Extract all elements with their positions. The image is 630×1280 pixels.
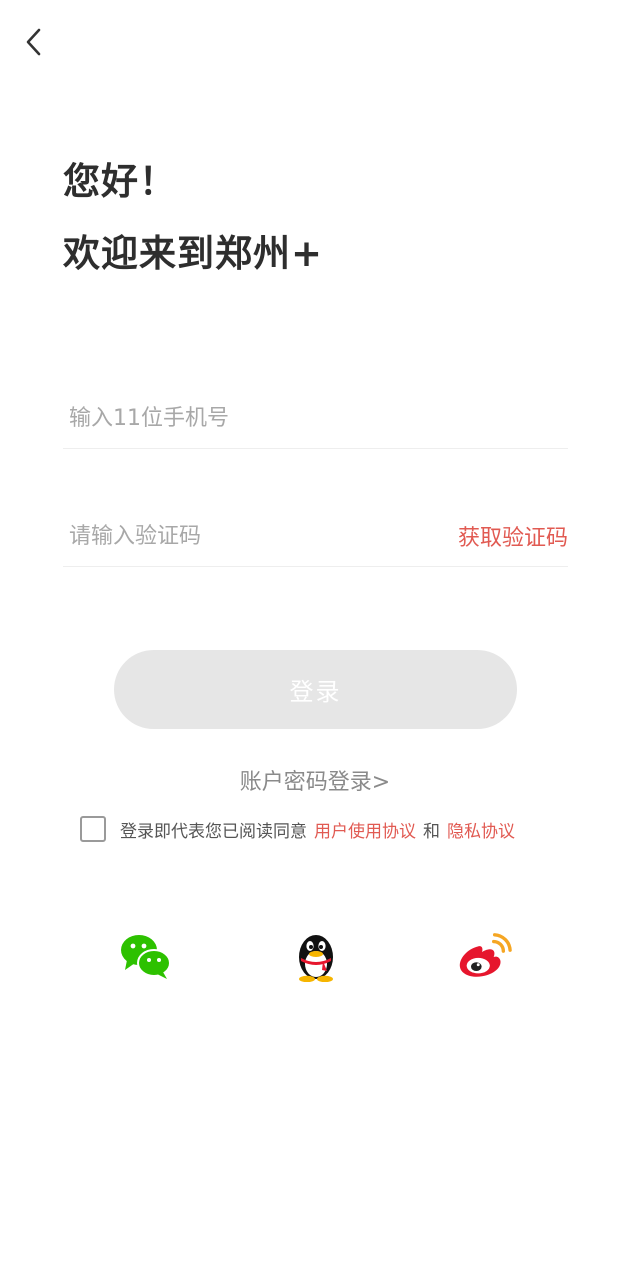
agreement-row: 登录即代表您已阅读同意 用户使用协议 和 隐私协议	[80, 816, 522, 842]
weibo-icon	[459, 933, 512, 977]
agreement-and-text: 和	[423, 821, 440, 842]
welcome-title: 欢迎来到郑州+	[63, 232, 324, 275]
qq-login-button[interactable]	[288, 928, 344, 984]
wechat-icon	[121, 935, 171, 979]
code-field: 获取验证码	[63, 506, 568, 567]
user-agreement-link[interactable]: 用户使用协议	[314, 817, 416, 842]
agreement-text: 登录即代表您已阅读同意	[120, 821, 307, 842]
phone-field	[63, 388, 568, 449]
phone-input[interactable]	[63, 388, 568, 448]
login-button[interactable]: 登录	[114, 650, 517, 729]
wechat-login-button[interactable]	[117, 928, 173, 984]
password-login-link[interactable]: 账户密码登录>	[0, 764, 630, 796]
privacy-agreement-link[interactable]: 隐私协议	[447, 817, 515, 842]
verification-code-input[interactable]	[63, 506, 458, 566]
agreement-checkbox[interactable]	[80, 816, 106, 842]
back-button[interactable]	[14, 22, 54, 62]
greeting-title: 您好！	[63, 160, 177, 203]
get-code-button[interactable]: 获取验证码	[458, 520, 568, 552]
chevron-left-icon	[26, 28, 41, 56]
qq-icon	[299, 935, 333, 982]
weibo-login-button[interactable]	[457, 928, 513, 984]
